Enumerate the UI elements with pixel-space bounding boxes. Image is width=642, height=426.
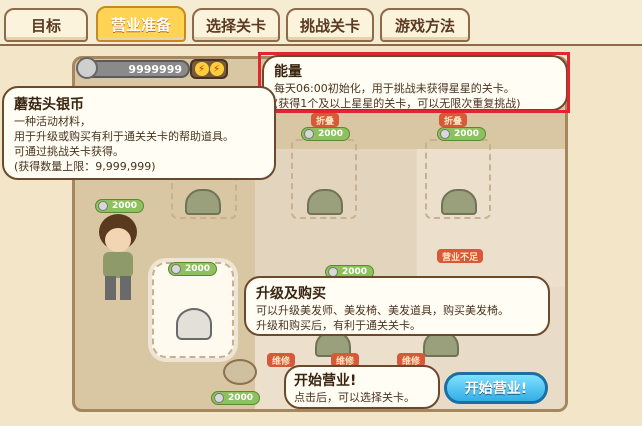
price-tag[interactable]: 2000 <box>211 391 261 405</box>
tab-challenge-level[interactable]: 挑战关卡 <box>286 8 374 42</box>
coin-line-2: 用于升级或购买有利于通关关卡的帮助道具。 <box>14 130 234 143</box>
coin-title: 蘑菇头银币 <box>14 97 84 113</box>
upgrade-line-2: 升级和购买后，有利于通关关卡。 <box>256 319 421 332</box>
price-tag[interactable]: 2000 <box>95 199 145 213</box>
status-tag: 折叠 <box>311 113 340 127</box>
coin-tooltip: 蘑菇头银币 一种活动材料， 用于升级或购买有利于通关关卡的帮助道具。 可通过挑战… <box>2 86 276 180</box>
silver-coin-icon <box>76 57 98 79</box>
tab-bar: 目标 营业准备 选择关卡 挑战关卡 游戏方法 <box>0 0 642 48</box>
status-tag: 营业不足 <box>437 249 484 263</box>
highlight-frame <box>258 52 570 113</box>
scissors-icon[interactable] <box>223 359 257 385</box>
start-line-1: 点击后，可以选择关卡。 <box>294 391 415 404</box>
price-tag[interactable]: 2000 <box>437 127 487 141</box>
mushroom-head-character <box>99 214 137 300</box>
upgrade-item-highlight[interactable]: 2000 <box>152 262 234 358</box>
energy-counter: ⚡ ⚡ <box>190 59 228 79</box>
coin-line-4: (获得数量上限：9,999,999) <box>14 160 156 173</box>
tab-how-to-play[interactable]: 游戏方法 <box>380 8 470 42</box>
upgrade-tooltip: 升级及购买 可以升级美发师、美发椅、美发道具，购买美发椅。 升级和购买后，有利于… <box>244 276 550 336</box>
coin-line-3: 可通过挑战关卡获得。 <box>14 145 124 158</box>
coin-line-1: 一种活动材料， <box>14 115 91 128</box>
lightning-icon: ⚡ <box>209 62 224 76</box>
status-tag: 折叠 <box>439 113 468 127</box>
chair-icon <box>441 189 477 215</box>
upgrade-line-1: 可以升级美发师、美发椅、美发道具，购买美发椅。 <box>256 304 509 317</box>
tab-business-prep[interactable]: 营业准备 <box>96 6 186 42</box>
price-tag[interactable]: 2000 <box>301 127 351 141</box>
lightning-icon: ⚡ <box>194 62 209 76</box>
stool-icon <box>176 308 212 340</box>
upgrade-title: 升级及购买 <box>256 286 326 302</box>
status-tag: 维修 <box>267 353 296 367</box>
start-tooltip: 开始营业! 点击后，可以选择关卡。 <box>284 365 440 409</box>
tab-goal[interactable]: 目标 <box>4 8 88 42</box>
price-tag: 2000 <box>168 262 218 276</box>
tab-select-level[interactable]: 选择关卡 <box>192 8 280 42</box>
chair-icon <box>307 189 343 215</box>
chair-icon <box>185 189 221 215</box>
start-title: 开始营业! <box>294 373 357 389</box>
start-business-button[interactable]: 开始营业! <box>444 372 548 404</box>
